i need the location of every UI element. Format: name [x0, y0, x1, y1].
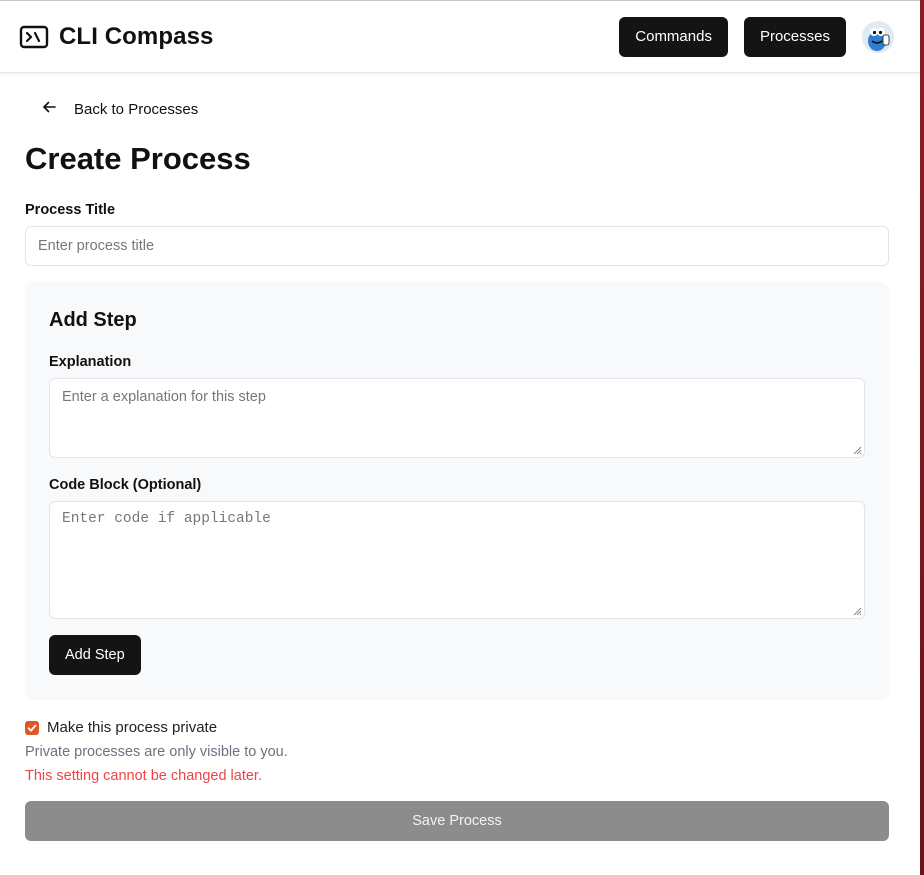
code-block-label: Code Block (Optional) [49, 477, 202, 493]
process-title-placeholder: Enter process title [38, 238, 155, 254]
checkmark-icon [27, 724, 37, 731]
brand[interactable]: CLI Compass [19, 23, 213, 51]
explanation-placeholder: Enter a explanation for this step [62, 389, 266, 405]
arrow-left-icon [42, 100, 56, 118]
code-block-placeholder: Enter code if applicable [62, 511, 271, 527]
process-title-label: Process Title [25, 202, 116, 218]
add-step-button[interactable]: Add Step [49, 635, 141, 675]
app-title: CLI Compass [59, 22, 214, 50]
page-title: Create Process [25, 141, 251, 176]
avatar-image [862, 20, 894, 53]
commands-button[interactable]: Commands [619, 16, 728, 57]
terminal-icon [19, 24, 49, 50]
private-hint-text: Private processes are only visible to yo… [25, 744, 288, 760]
private-checkbox-label: Make this process private [47, 719, 218, 736]
add-step-card: Add Step Explanation Enter a explanation… [25, 282, 889, 700]
window-edge [920, 0, 924, 875]
resize-handle-icon[interactable] [853, 607, 862, 616]
user-avatar[interactable] [862, 20, 894, 53]
resize-handle-icon[interactable] [853, 446, 862, 455]
private-warning-text: This setting cannot be changed later. [25, 768, 262, 784]
explanation-label: Explanation [49, 354, 132, 370]
main-content: Back to Processes Create Process Process… [25, 74, 889, 841]
code-block-textarea[interactable]: Enter code if applicable [49, 501, 865, 619]
explanation-textarea[interactable]: Enter a explanation for this step [49, 378, 865, 458]
main-nav: Commands Processes [619, 16, 894, 57]
private-checkbox[interactable] [25, 720, 39, 735]
top-navbar: CLI Compass Commands Processes [0, 1, 920, 73]
save-process-button[interactable]: Save Process [25, 801, 889, 841]
back-to-processes-link[interactable]: Back to Processes [25, 98, 889, 120]
processes-button[interactable]: Processes [743, 16, 846, 57]
back-link-label: Back to Processes [74, 100, 199, 118]
private-toggle-row[interactable]: Make this process private [25, 719, 889, 736]
add-step-heading: Add Step [49, 309, 137, 331]
process-title-input[interactable]: Enter process title [25, 226, 889, 266]
